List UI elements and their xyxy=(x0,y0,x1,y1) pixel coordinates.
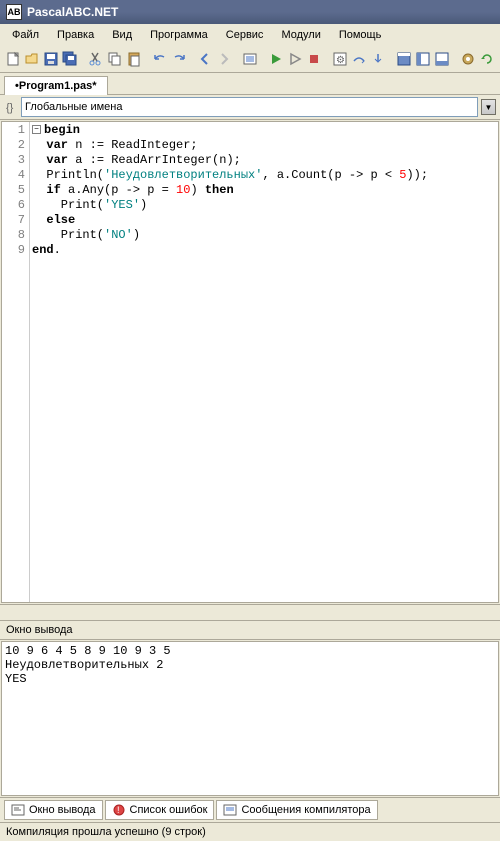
output-tab-icon xyxy=(11,803,25,817)
svg-text:!: ! xyxy=(117,805,120,815)
panel-2-icon[interactable] xyxy=(414,48,432,70)
menu-file[interactable]: Файл xyxy=(4,27,47,43)
compile-icon[interactable]: ⚙ xyxy=(331,48,349,70)
stop-icon[interactable] xyxy=(305,48,323,70)
status-text: Компиляция прошла успешно (9 строк) xyxy=(6,826,206,838)
run-no-debug-icon[interactable] xyxy=(286,48,304,70)
tab-errors[interactable]: ! Список ошибок xyxy=(105,800,215,820)
nav-back-icon[interactable] xyxy=(196,48,214,70)
line-gutter: 123456789 xyxy=(2,122,30,602)
menubar: Файл Правка Вид Программа Сервис Модули … xyxy=(0,24,500,46)
dropdown-arrow-icon[interactable]: ▼ xyxy=(481,99,496,115)
scope-bar: {} Глобальные имена ▼ xyxy=(0,95,500,120)
step-into-icon[interactable] xyxy=(369,48,387,70)
code-content[interactable]: −begin var n := ReadInteger; var a := Re… xyxy=(30,122,498,602)
compiler-tab-icon xyxy=(223,803,237,817)
nav-forward-icon[interactable] xyxy=(215,48,233,70)
paste-icon[interactable] xyxy=(125,48,143,70)
scope-label: Глобальные имена xyxy=(25,101,123,113)
svg-text:⚙: ⚙ xyxy=(336,55,345,66)
tools-icon[interactable] xyxy=(459,48,477,70)
file-tabs: •Program1.pas* xyxy=(0,73,500,95)
app-icon: AB xyxy=(6,4,22,20)
fold-toggle-icon[interactable]: − xyxy=(32,125,41,134)
scope-dropdown[interactable]: Глобальные имена xyxy=(21,97,478,117)
menu-view[interactable]: Вид xyxy=(104,27,140,43)
scope-icon: {} xyxy=(4,100,18,114)
errors-tab-icon: ! xyxy=(112,803,126,817)
open-file-icon[interactable] xyxy=(23,48,41,70)
menu-program[interactable]: Программа xyxy=(142,27,216,43)
output-body: 10 9 6 4 5 8 9 10 9 3 5 Неудовлетворител… xyxy=(1,641,499,796)
horizontal-scrollbar[interactable] xyxy=(0,604,500,620)
tab-output-label: Окно вывода xyxy=(29,804,96,816)
step-over-icon[interactable] xyxy=(350,48,368,70)
svg-text:{}: {} xyxy=(6,102,14,114)
redo-icon[interactable] xyxy=(170,48,188,70)
new-file-icon[interactable] xyxy=(4,48,22,70)
output-header: Окно вывода xyxy=(0,620,500,640)
toolbar: ⚙ xyxy=(0,46,500,73)
code-editor[interactable]: 123456789 −begin var n := ReadInteger; v… xyxy=(1,121,499,603)
save-icon[interactable] xyxy=(42,48,60,70)
statusbar: Компиляция прошла успешно (9 строк) xyxy=(0,822,500,841)
titlebar: AB PascalABC.NET xyxy=(0,0,500,24)
options-icon[interactable] xyxy=(241,48,259,70)
run-icon[interactable] xyxy=(267,48,285,70)
menu-service[interactable]: Сервис xyxy=(218,27,272,43)
tab-errors-label: Список ошибок xyxy=(130,804,208,816)
panel-1-icon[interactable] xyxy=(395,48,413,70)
panel-3-icon[interactable] xyxy=(433,48,451,70)
save-all-icon[interactable] xyxy=(61,48,79,70)
tab-compiler[interactable]: Сообщения компилятора xyxy=(216,800,377,820)
copy-icon[interactable] xyxy=(106,48,124,70)
undo-icon[interactable] xyxy=(151,48,169,70)
cut-icon[interactable] xyxy=(87,48,105,70)
menu-edit[interactable]: Правка xyxy=(49,27,102,43)
menu-modules[interactable]: Модули xyxy=(273,27,328,43)
tab-output[interactable]: Окно вывода xyxy=(4,800,103,820)
tab-compiler-label: Сообщения компилятора xyxy=(241,804,370,816)
bottom-tabs: Окно вывода ! Список ошибок Сообщения ко… xyxy=(0,797,500,822)
refresh-icon[interactable] xyxy=(478,48,496,70)
tab-program1[interactable]: •Program1.pas* xyxy=(4,76,108,95)
app-title: PascalABC.NET xyxy=(27,5,118,19)
menu-help[interactable]: Помощь xyxy=(331,27,390,43)
